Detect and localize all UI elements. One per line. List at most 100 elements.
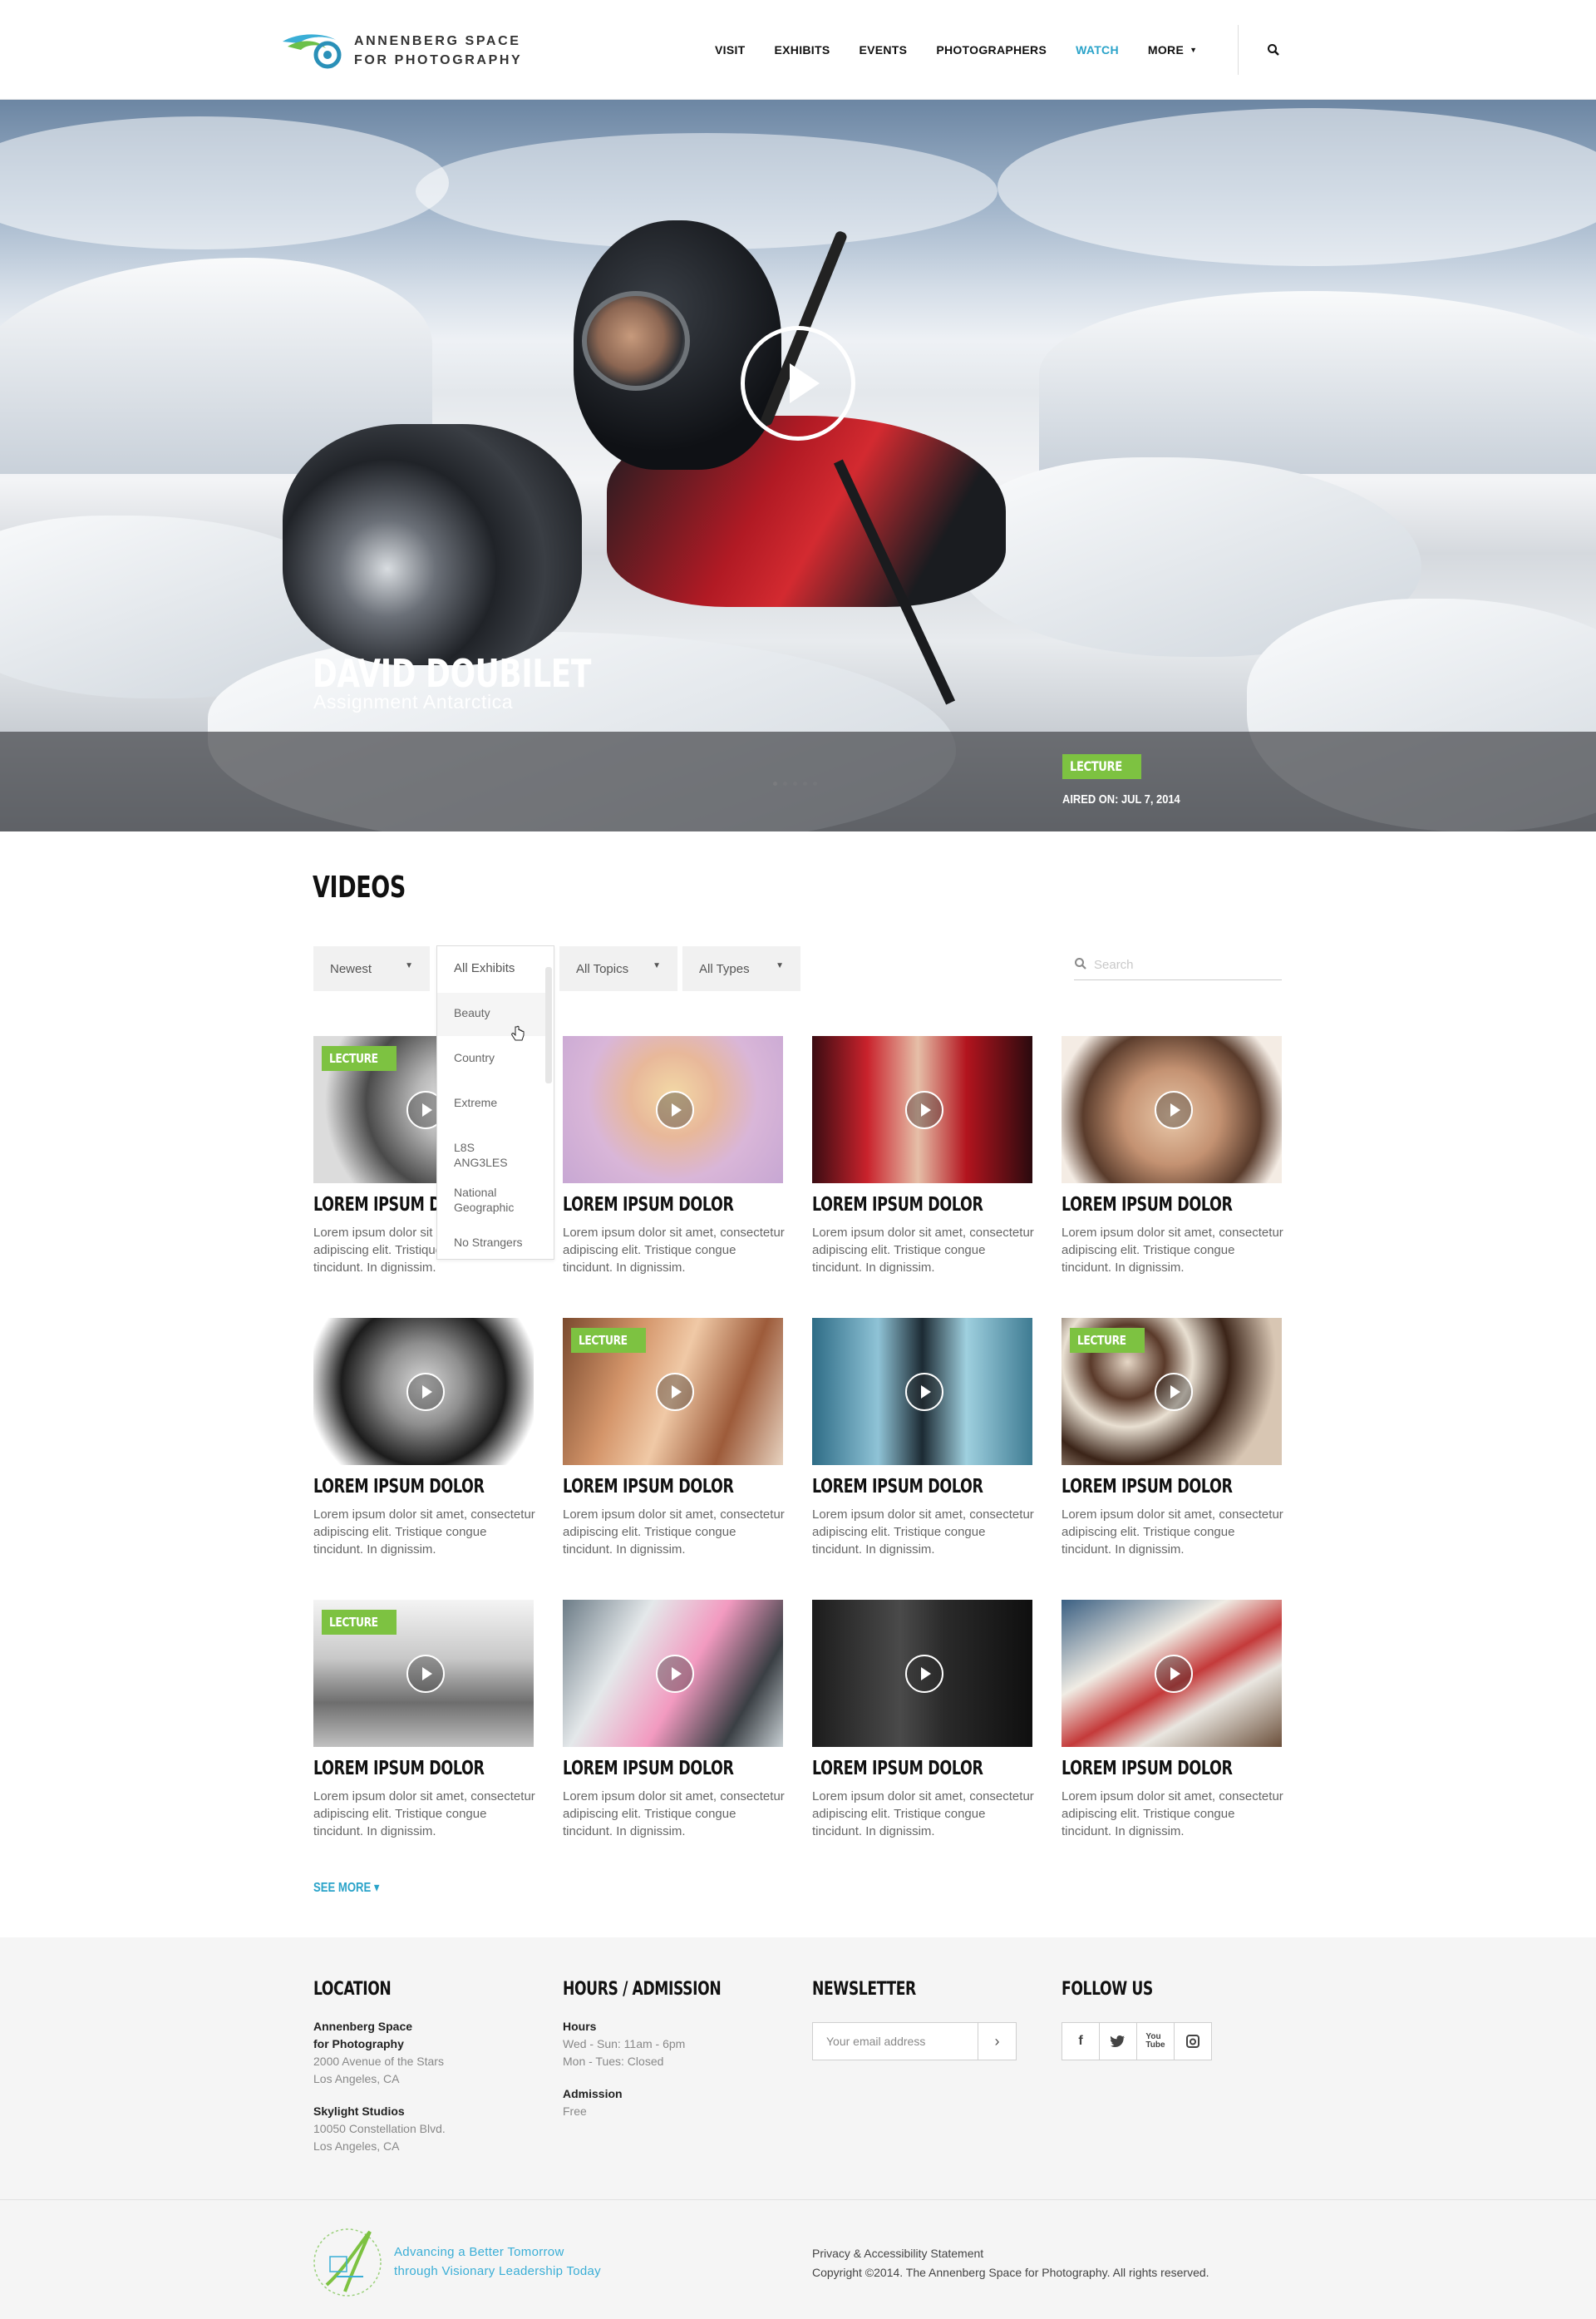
venue2-address-line1: 10050 Constellation Blvd. (313, 2122, 446, 2135)
video-title[interactable]: LOREM IPSUM DOLOR (1062, 1758, 1233, 1779)
underwater-camera (283, 424, 582, 665)
play-icon[interactable] (656, 1655, 694, 1693)
youtube-icon[interactable]: You Tube (1136, 2022, 1175, 2060)
video-search-field[interactable]: Search (1074, 952, 1282, 980)
types-select[interactable]: All Types ▼ (682, 946, 800, 991)
dropdown-scrollbar[interactable] (545, 967, 552, 1083)
video-thumbnail[interactable] (812, 1036, 1032, 1183)
twitter-icon[interactable] (1099, 2022, 1137, 2060)
footer-divider (0, 2199, 1596, 2200)
video-title[interactable]: LOREM IPSUM DOLOR (812, 1194, 983, 1216)
newsletter-submit-button[interactable]: › (978, 2023, 1016, 2060)
chevron-down-icon: ▼ (1190, 46, 1198, 54)
venue1-name-line1: Annenberg Space (313, 2020, 413, 2033)
play-icon[interactable] (656, 1091, 694, 1129)
video-title[interactable]: LOREM IPSUM DOLOR (563, 1758, 734, 1779)
newsletter-email-field[interactable]: Your email address › (812, 2022, 1017, 2060)
nav-events[interactable]: EVENTS (859, 43, 907, 57)
video-thumbnail[interactable]: LECTURE (313, 1600, 534, 1747)
play-icon[interactable] (406, 1655, 445, 1693)
video-thumbnail[interactable] (812, 1600, 1032, 1747)
footer-hours-text: Hours Wed - Sun: 11am - 6pm Mon - Tues: … (563, 2018, 685, 2120)
video-description: Lorem ipsum dolor sit amet, consectetur … (313, 1507, 535, 1557)
play-icon[interactable] (905, 1091, 943, 1129)
topics-select[interactable]: All Topics ▼ (559, 946, 677, 991)
play-icon[interactable] (905, 1373, 943, 1411)
play-icon[interactable] (406, 1373, 445, 1411)
exhibits-select-value[interactable]: All Exhibits (454, 961, 515, 975)
lecture-badge: LECTURE (1070, 1328, 1145, 1353)
privacy-link[interactable]: Privacy & Accessibility Statement (812, 2244, 1209, 2263)
lecture-badge-label: LECTURE (329, 1051, 378, 1066)
video-thumbnail[interactable] (563, 1036, 783, 1183)
play-icon[interactable] (1155, 1373, 1193, 1411)
video-title[interactable]: LOREM IPSUM DOLOR (313, 1758, 485, 1779)
hours-label: Hours (563, 2020, 597, 2033)
diver-mask (582, 291, 690, 391)
video-title[interactable]: LOREM IPSUM DOLOR (313, 1476, 485, 1497)
nav-photographers[interactable]: PHOTOGRAPHERS (936, 43, 1047, 57)
anniversary-seal-logo (313, 2228, 382, 2297)
lecture-badge: LECTURE (322, 1610, 397, 1635)
site-logo[interactable]: ANNENBERG SPACE FOR PHOTOGRAPHY (281, 30, 530, 72)
video-title[interactable]: LOREM IPSUM DOLOR (1062, 1194, 1233, 1216)
video-thumbnail[interactable] (1062, 1600, 1282, 1747)
video-description: Lorem ipsum dolor sit amet, consectetur … (313, 1789, 535, 1838)
hours-line2: Mon - Tues: Closed (563, 2055, 664, 2068)
nav-more-label: MORE (1147, 43, 1185, 57)
tagline-line1: Advancing a Better Tomorrow (394, 2245, 564, 2259)
video-description: Lorem ipsum dolor sit amet, consectetur … (812, 1226, 1034, 1275)
video-thumbnail[interactable] (1062, 1036, 1282, 1183)
sort-select[interactable]: Newest ▼ (313, 946, 430, 991)
footer-newsletter-heading: NEWSLETTER (812, 1979, 916, 2000)
hero-caption-bar (0, 732, 1596, 831)
hero-video[interactable] (0, 100, 1596, 831)
dropdown-option-country[interactable]: Country (454, 1050, 495, 1065)
chevron-down-icon: ▼ (405, 961, 413, 970)
hero-subtitle: Assignment Antarctica (313, 691, 514, 713)
dropdown-option-l8s-ang3les[interactable]: L8S ANG3LES (454, 1140, 520, 1170)
video-thumbnail[interactable]: LECTURE (1062, 1318, 1282, 1465)
footer-hours-heading: HOURS / ADMISSION (563, 1979, 722, 2000)
video-title[interactable]: LOREM IPSUM DOLOR (812, 1758, 983, 1779)
play-icon[interactable] (656, 1373, 694, 1411)
chevron-down-icon: ▼ (653, 961, 661, 970)
footer-tagline: Advancing a Better Tomorrow through Visi… (394, 2243, 601, 2281)
nav-visit[interactable]: VISIT (715, 43, 746, 57)
video-thumbnail[interactable] (563, 1600, 783, 1747)
play-icon[interactable] (1155, 1091, 1193, 1129)
video-title[interactable]: LOREM IPSUM DOLOR (1062, 1476, 1233, 1497)
venue1-address-line2: Los Angeles, CA (313, 2072, 400, 2085)
hero-aired-date: AIRED ON: JUL 7, 2014 (1062, 792, 1180, 807)
video-thumbnail[interactable]: LECTURE (563, 1318, 783, 1465)
play-icon[interactable] (1155, 1655, 1193, 1693)
lecture-badge-label: LECTURE (329, 1615, 378, 1630)
site-footer (0, 1937, 1596, 2319)
video-thumbnail[interactable] (812, 1318, 1032, 1465)
nav-exhibits[interactable]: EXHIBITS (775, 43, 830, 57)
play-button-icon[interactable] (741, 326, 855, 441)
dropdown-option-no-strangers[interactable]: No Strangers (454, 1235, 522, 1250)
search-icon[interactable] (1267, 43, 1280, 57)
video-title[interactable]: LOREM IPSUM DOLOR (812, 1476, 983, 1497)
video-title[interactable]: LOREM IPSUM DOLOR (563, 1476, 734, 1497)
main-nav: VISIT EXHIBITS EVENTS PHOTOGRAPHERS WATC… (715, 43, 1226, 57)
brand-line1: ANNENBERG SPACE (354, 34, 521, 48)
exhibits-dropdown[interactable]: All Exhibits Beauty Country Extreme L8S … (436, 945, 554, 1260)
dropdown-option-beauty[interactable]: Beauty (454, 1005, 490, 1020)
dropdown-option-national-geographic[interactable]: National Geographic (454, 1185, 537, 1215)
dropdown-option-extreme[interactable]: Extreme (454, 1095, 497, 1110)
video-title[interactable]: LOREM IPSUM DOLOR (563, 1194, 734, 1216)
venue1-name-line2: for Photography (313, 2037, 404, 2050)
see-more-link[interactable]: SEE MORE ▾ (313, 1879, 380, 1896)
video-description: Lorem ipsum dolor sit amet, consectetur … (563, 1789, 785, 1838)
instagram-icon[interactable] (1174, 2022, 1212, 2060)
brand-name: ANNENBERG SPACE FOR PHOTOGRAPHY (354, 32, 522, 70)
play-icon[interactable] (905, 1655, 943, 1693)
nav-watch[interactable]: WATCH (1076, 43, 1119, 57)
video-thumbnail[interactable] (313, 1318, 534, 1465)
video-description: Lorem ipsum dolor sit amet, consectetur … (812, 1507, 1034, 1557)
nav-more[interactable]: MORE ▼ (1148, 43, 1197, 57)
hero-category-badge: LECTURE (1062, 754, 1141, 779)
facebook-icon[interactable]: f (1062, 2022, 1100, 2060)
